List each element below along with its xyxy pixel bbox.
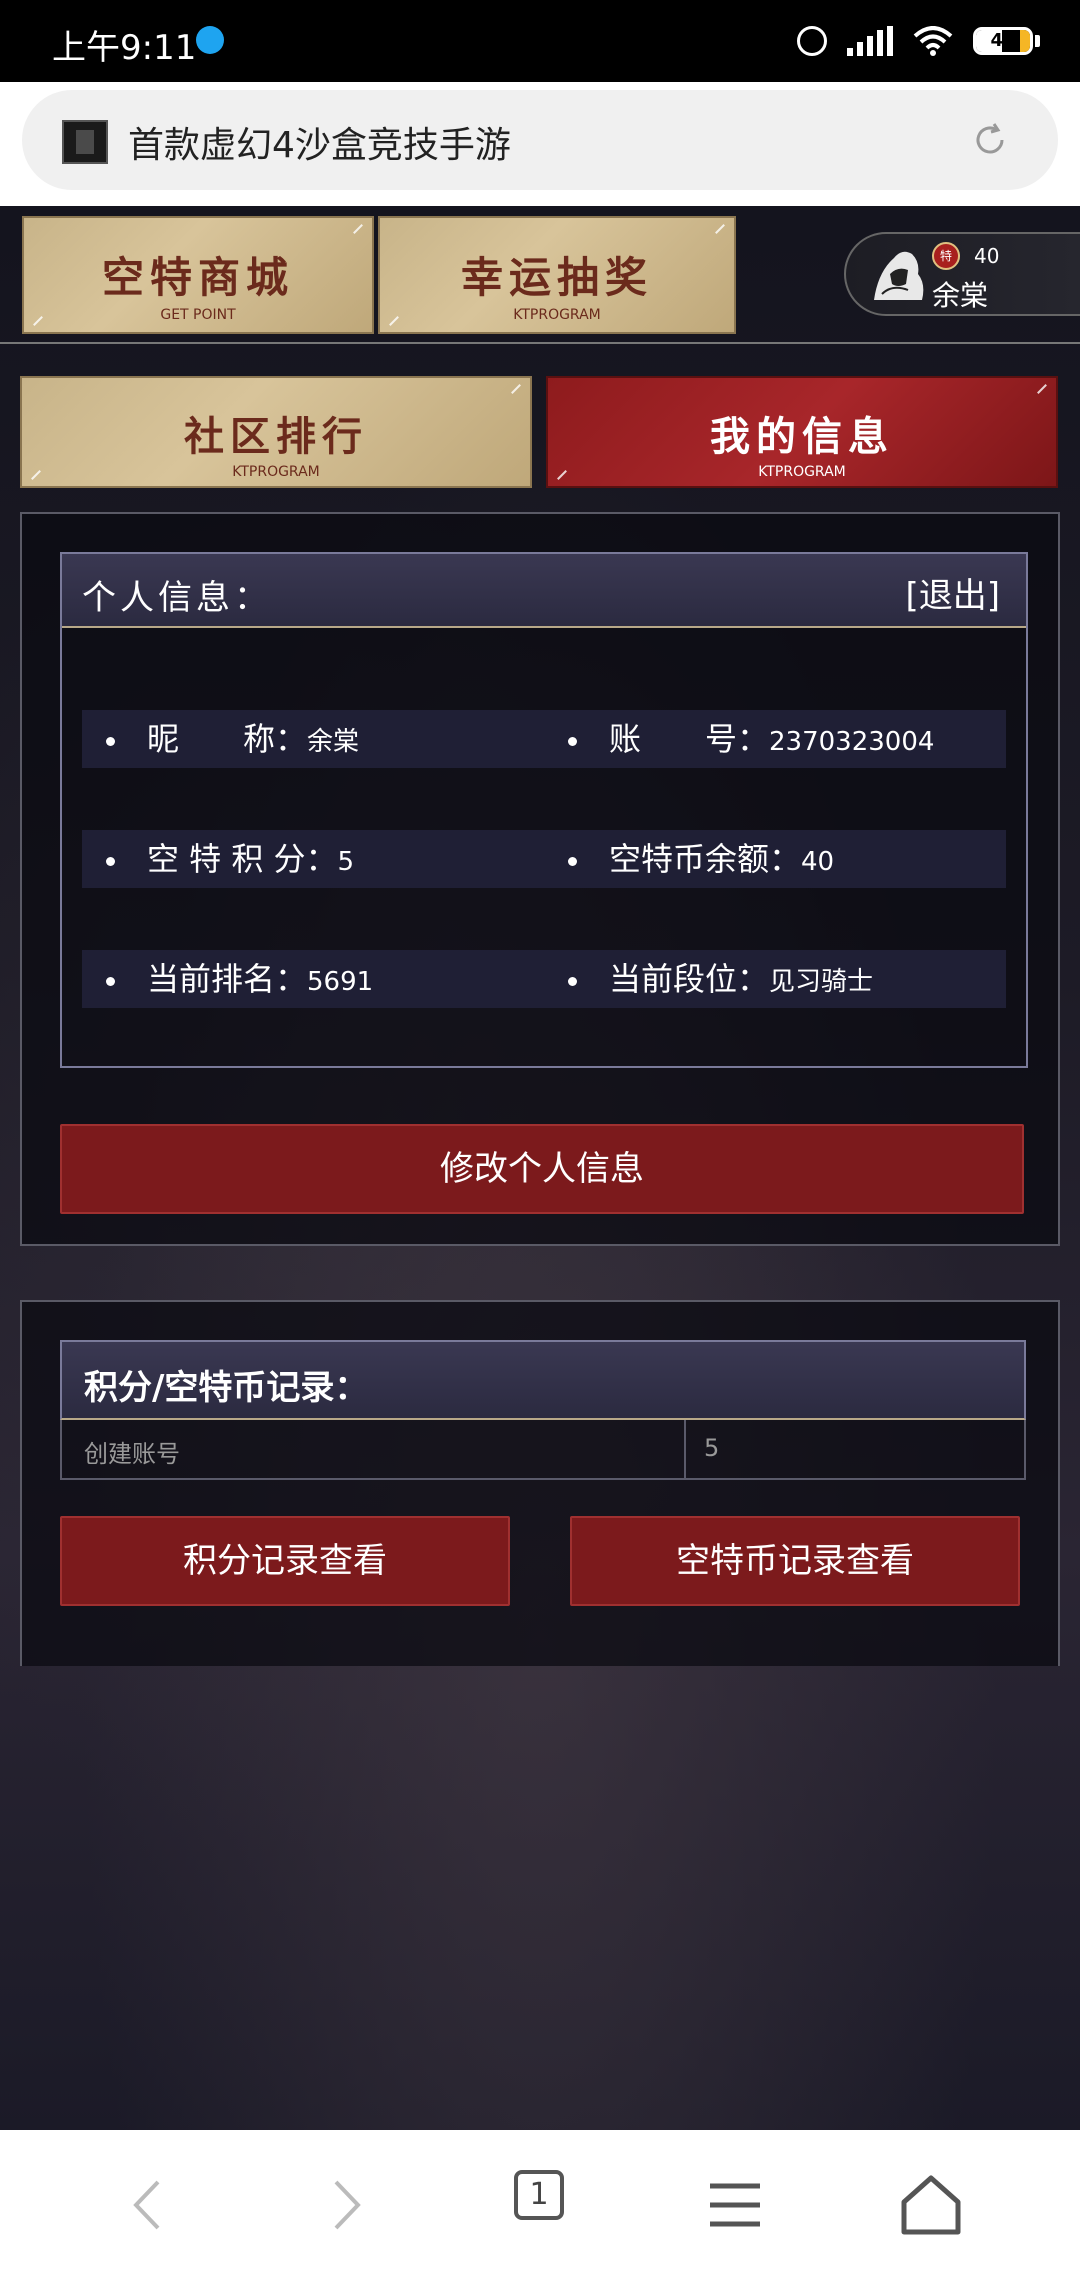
nickname-label: 昵 称： (147, 720, 308, 758)
points-records-button[interactable]: 积分记录查看 (60, 1516, 510, 1606)
tier-field: 当前段位：见习骑士 (544, 950, 873, 1008)
app-notification-icon (196, 26, 224, 54)
tab-my-info-title: 我的信息 (710, 413, 894, 460)
reload-icon[interactable] (970, 120, 1010, 160)
forward-icon[interactable] (310, 2170, 380, 2240)
info-row: 当前排名：5691 当前段位：见习骑士 (82, 950, 1006, 1008)
lottery-button-title: 幸运抽奖 (460, 253, 653, 302)
lottery-button[interactable]: 幸运抽奖 KTPROGRAM (378, 216, 736, 334)
account-label: 账 号： (609, 720, 770, 758)
table-row: 创建账号 5 (60, 1420, 1026, 1480)
account-field: 账 号：2370323004 (544, 710, 934, 768)
tabs-button[interactable]: 1 (514, 2170, 564, 2220)
tab-my-info[interactable]: 我的信息 KTPROGRAM (546, 376, 1058, 488)
menu-icon[interactable] (700, 2170, 770, 2240)
page-content: 空特商城 GET POINT 幸运抽奖 KTPROGRAM 特 40 余棠 社区… (0, 206, 1080, 2130)
browser-nav-bar: 1 (0, 2130, 1080, 2280)
battery-icon: 48 (973, 27, 1040, 55)
nickname-field: 昵 称：余棠 (82, 710, 359, 768)
coin-balance-field: 空特币余额：40 (544, 830, 834, 888)
account-value: 2370323004 (769, 727, 935, 757)
status-icons: 48 (797, 18, 1040, 64)
records-table: 积分/空特币记录： 创建账号 5 (60, 1340, 1026, 1480)
address-field[interactable]: 首款虚幻4沙盒竞技手游 (22, 90, 1058, 190)
tier-label: 当前段位： (609, 960, 770, 998)
personal-info-panel: 个人信息： [退出] 昵 称：余棠 账 号：2370323004 空 特 积 分… (20, 512, 1060, 1246)
avatar (874, 251, 924, 300)
records-panel: 积分/空特币记录： 创建账号 5 积分记录查看 空特币记录查看 (20, 1300, 1060, 1666)
status-time: 上午9:11 (52, 28, 197, 68)
user-name: 余棠 (932, 279, 989, 312)
rank-field: 当前排名：5691 (82, 950, 373, 1008)
header-divider (0, 342, 1080, 344)
rank-label: 当前排名： (147, 960, 308, 998)
battery-level: 48 (990, 30, 1016, 51)
points-label: 空 特 积 分： (147, 840, 338, 878)
points-value: 5 (337, 847, 355, 877)
points-field: 空 特 积 分：5 (82, 830, 354, 888)
logout-link[interactable]: [退出] (905, 568, 1000, 617)
page-title: 首款虚幻4沙盒竞技手游 (128, 125, 511, 166)
tab-ranking-subtitle: KTPROGRAM (232, 464, 320, 480)
coin-balance-label: 空特币余额： (609, 840, 802, 878)
lottery-button-subtitle: KTPROGRAM (513, 307, 601, 323)
coin-records-button[interactable]: 空特币记录查看 (570, 1516, 1020, 1606)
coin-icon: 特 (932, 242, 960, 270)
records-title: 积分/空特币记录： (84, 1368, 369, 1408)
info-row: 空 特 积 分：5 空特币余额：40 (82, 830, 1006, 888)
home-icon[interactable] (896, 2170, 966, 2240)
personal-info-title: 个人信息： (82, 578, 272, 618)
alarm-icon (797, 26, 827, 56)
wifi-icon (913, 26, 953, 56)
edit-profile-button[interactable]: 修改个人信息 (60, 1124, 1024, 1214)
tab-ranking[interactable]: 社区排行 KTPROGRAM (20, 376, 532, 488)
shop-button-subtitle: GET POINT (160, 307, 236, 323)
coin-balance: 40 (974, 244, 1000, 268)
back-icon[interactable] (114, 2170, 184, 2240)
tier-value: 见习骑士 (769, 967, 874, 997)
nickname-value: 余棠 (307, 727, 360, 757)
coin-balance-value: 40 (801, 847, 835, 877)
status-bar: 上午9:11 48 (0, 0, 1080, 82)
record-amount: 5 (704, 1434, 720, 1462)
shop-button[interactable]: 空特商城 GET POINT (22, 216, 374, 334)
personal-info-header: 个人信息： [退出] (62, 554, 1026, 628)
user-badge[interactable]: 特 40 余棠 (844, 232, 1080, 316)
signal-icon (847, 26, 893, 56)
rank-value: 5691 (307, 967, 374, 997)
tab-ranking-title: 社区排行 (184, 413, 368, 460)
tab-my-info-subtitle: KTPROGRAM (758, 464, 846, 480)
personal-info-box: 个人信息： [退出] 昵 称：余棠 账 号：2370323004 空 特 积 分… (60, 552, 1028, 1068)
shop-button-title: 空特商城 (101, 253, 294, 302)
record-desc: 创建账号 (84, 1440, 180, 1468)
info-row: 昵 称：余棠 账 号：2370323004 (82, 710, 1006, 768)
records-header: 积分/空特币记录： (60, 1340, 1026, 1420)
site-favicon (62, 120, 108, 164)
browser-address-bar: 首款虚幻4沙盒竞技手游 (0, 82, 1080, 206)
